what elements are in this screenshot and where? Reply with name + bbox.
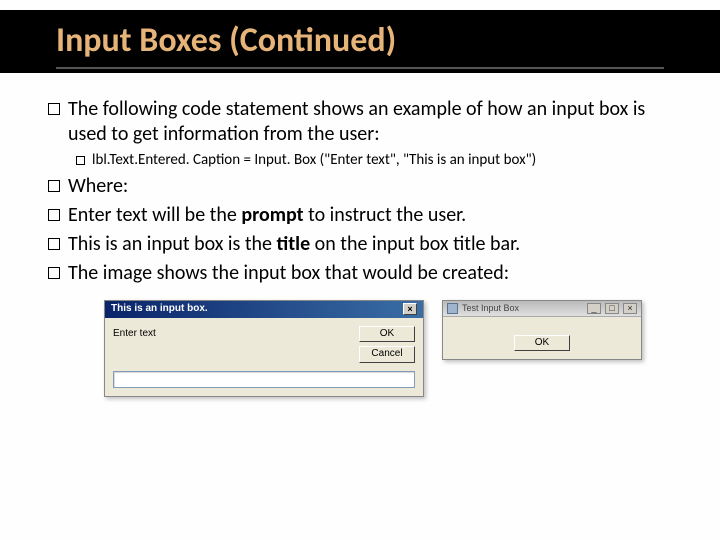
bullet-item: Enter text will be the prompt to instruc… — [48, 203, 672, 228]
text-fragment: on the input box title bar. — [310, 232, 520, 256]
bullet-square-icon — [48, 180, 60, 192]
maximize-button[interactable]: □ — [605, 303, 619, 314]
sub-bullet-item: lbl.Text.Entered. Caption = Input. Box (… — [48, 151, 672, 170]
bullet-item: The image shows the input box that would… — [48, 261, 672, 286]
bullet-text: This is an input box is the title on the… — [68, 232, 520, 257]
app-icon — [447, 303, 458, 314]
slide-content: The following code statement shows an ex… — [48, 73, 672, 396]
bullet-square-icon — [76, 156, 85, 165]
text-fragment: This is an input box is the — [68, 232, 277, 256]
minimize-button[interactable]: _ — [587, 303, 601, 314]
dialog-title: Test Input Box — [462, 303, 583, 314]
bullet-text: Enter text will be the prompt to instruc… — [68, 203, 466, 228]
dialog-title: This is an input box. — [111, 303, 208, 316]
dialog-titlebar: This is an input box. × — [105, 301, 423, 318]
input-field[interactable] — [113, 371, 415, 388]
dialog-body: OK — [443, 317, 641, 359]
bullet-item: This is an input box is the title on the… — [48, 232, 672, 257]
bullet-text: The following code statement shows an ex… — [68, 97, 672, 147]
slide-title: Input Boxes (Continued) — [56, 22, 664, 69]
bullet-text: Where: — [68, 174, 128, 199]
text-bold: title — [277, 232, 311, 256]
bullet-text: The image shows the input box that would… — [68, 261, 509, 286]
ok-button[interactable]: OK — [514, 335, 570, 352]
cancel-button[interactable]: Cancel — [359, 346, 415, 363]
bullet-item: Where: — [48, 174, 672, 199]
bullet-square-icon — [48, 267, 60, 279]
bullet-square-icon — [48, 103, 60, 115]
text-bold: prompt — [241, 203, 303, 227]
text-fragment: to instruct the user. — [304, 203, 467, 227]
dialog-titlebar: Test Input Box _ □ × — [443, 301, 641, 317]
close-button[interactable]: × — [403, 303, 417, 315]
result-dialog: Test Input Box _ □ × OK — [442, 300, 642, 360]
bullet-item: The following code statement shows an ex… — [48, 97, 672, 147]
slide: Input Boxes (Continued) The following co… — [0, 0, 720, 540]
code-text: lbl.Text.Entered. Caption = Input. Box (… — [92, 151, 536, 170]
inputbox-dialog: This is an input box. × Enter text OK Ca… — [104, 300, 424, 397]
dialog-buttons: OK Cancel — [359, 326, 415, 363]
dialog-prompt: Enter text — [113, 326, 351, 363]
bullet-square-icon — [48, 209, 60, 221]
close-button[interactable]: × — [623, 303, 637, 314]
screenshot-row: This is an input box. × Enter text OK Ca… — [48, 300, 672, 397]
text-fragment: Enter text will be the — [68, 203, 241, 227]
dialog-body: Enter text OK Cancel — [105, 318, 423, 371]
ok-button[interactable]: OK — [359, 326, 415, 343]
bullet-square-icon — [48, 238, 60, 250]
header-bar: Input Boxes (Continued) — [0, 10, 720, 73]
